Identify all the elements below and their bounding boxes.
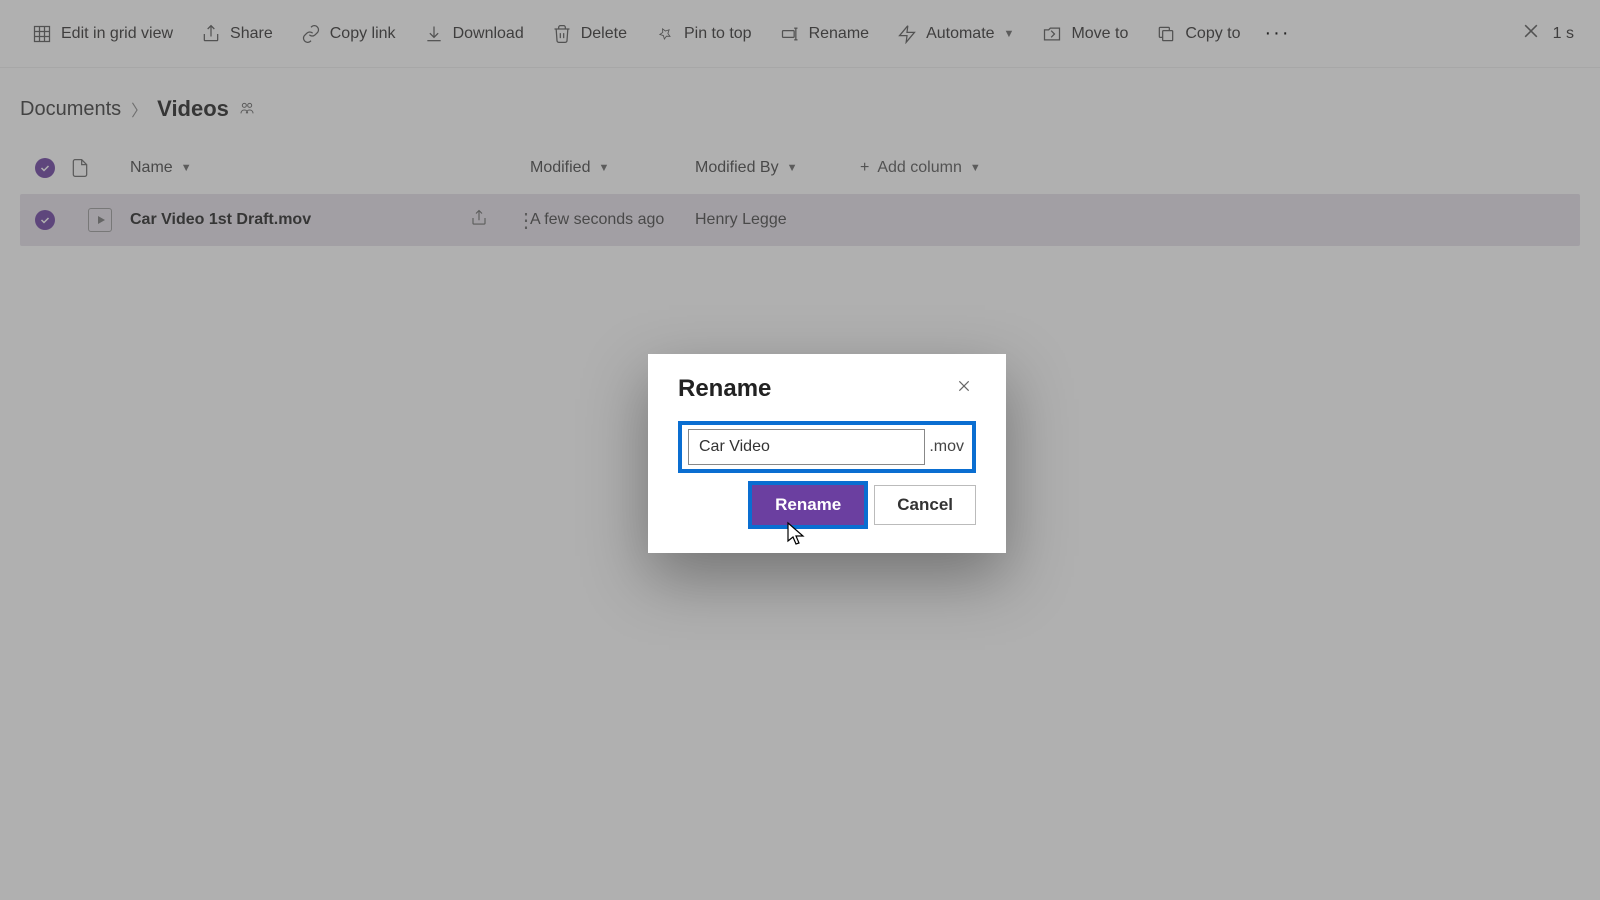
dialog-title: Rename: [678, 375, 771, 403]
rename-dialog: Rename .mov Rename Cancel: [648, 354, 1006, 553]
dialog-close-button[interactable]: [952, 374, 976, 403]
file-extension-label: .mov: [929, 438, 966, 456]
filename-input-highlight: .mov: [678, 421, 976, 473]
filename-input[interactable]: [688, 429, 925, 465]
rename-confirm-button[interactable]: Rename: [752, 485, 864, 525]
close-icon: [956, 378, 972, 394]
cancel-button[interactable]: Cancel: [874, 485, 976, 525]
